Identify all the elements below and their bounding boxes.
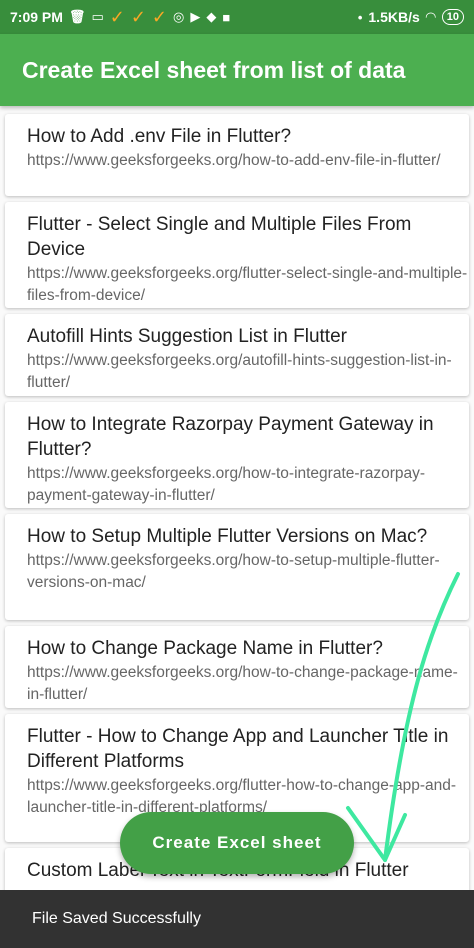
item-url: https://www.geeksforgeeks.org/how-to-add… [27, 152, 441, 169]
snackbar-message: File Saved Successfully [32, 910, 201, 927]
trash-icon: 🗑 [68, 9, 86, 24]
app-icon: ■ [222, 9, 231, 25]
item-title: Autofill Hints Suggestion List in Flutte… [27, 326, 347, 347]
check-icon: ✓ [130, 6, 146, 27]
app-bar: Create Excel sheet from list of data [0, 34, 474, 106]
item-title: How to Change Package Name in Flutter? [27, 638, 383, 659]
youtube-icon: ▶ [190, 9, 201, 24]
item-title: Flutter - Select Single and Multiple Fil… [27, 214, 412, 260]
status-bar: 7:09 PM 🗑 ▭ ✓ ✓ ✓ ◎ ▶ ◆ ■ • 1.5KB/s ◠ 10 [0, 0, 474, 34]
hd-icon: ▭ [91, 9, 104, 24]
network-speed: 1.5KB/s [368, 9, 420, 25]
page-title: Create Excel sheet from list of data [22, 56, 406, 83]
status-time: 7:09 PM [10, 9, 63, 25]
snackbar: File Saved Successfully [0, 890, 474, 948]
item-url: https://www.geeksforgeeks.org/how-to-int… [27, 465, 426, 504]
battery-level: 10 [446, 11, 459, 23]
item-url: https://www.geeksforgeeks.org/flutter-se… [27, 265, 468, 304]
list-item[interactable]: How to Change Package Name in Flutter? h… [5, 626, 469, 708]
list-item[interactable]: Flutter - Select Single and Multiple Fil… [5, 202, 469, 308]
item-url: https://www.geeksforgeeks.org/autofill-h… [27, 352, 452, 391]
check-icon: ✓ [151, 6, 168, 27]
item-title: How to Add .env File in Flutter? [27, 126, 292, 147]
wifi-icon: ◠ [425, 9, 436, 24]
article-list[interactable]: How to Add .env File in Flutter? https:/… [0, 106, 474, 890]
item-title: Flutter - How to Change App and Launcher… [27, 726, 449, 772]
check-icon: ✓ [109, 6, 125, 27]
instagram-icon: ◎ [173, 9, 185, 24]
list-item[interactable]: How to Setup Multiple Flutter Versions o… [5, 514, 469, 620]
app-icon: ◆ [206, 9, 217, 24]
battery-icon: 10 [441, 9, 464, 25]
item-title: How to Setup Multiple Flutter Versions o… [27, 526, 428, 547]
list-item[interactable]: How to Integrate Razorpay Payment Gatewa… [5, 402, 469, 508]
list-item[interactable]: Autofill Hints Suggestion List in Flutte… [5, 314, 469, 396]
item-title: How to Integrate Razorpay Payment Gatewa… [27, 414, 434, 460]
item-url: https://www.geeksforgeeks.org/how-to-cha… [27, 664, 458, 703]
list-item[interactable]: How to Add .env File in Flutter? https:/… [5, 114, 469, 196]
create-excel-sheet-button[interactable]: Create Excel sheet [120, 812, 354, 874]
more-icon: • [357, 9, 363, 25]
item-url: https://www.geeksforgeeks.org/how-to-set… [27, 552, 440, 591]
